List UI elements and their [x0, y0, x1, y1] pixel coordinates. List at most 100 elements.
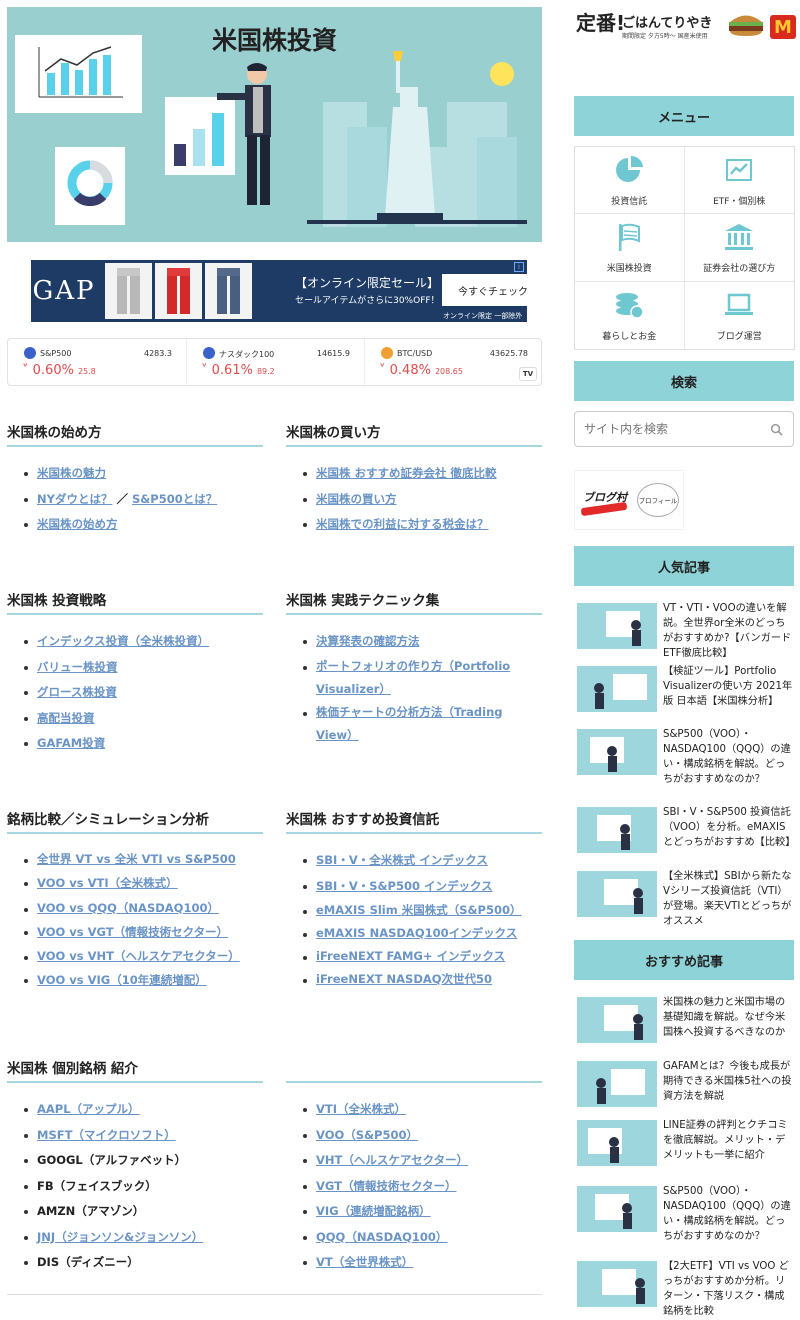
menu-item-brokerage[interactable]: 証券会社の選び方 — [684, 214, 794, 282]
article-thumbnail[interactable] — [577, 997, 657, 1043]
article-thumbnail[interactable] — [577, 871, 657, 917]
article-link[interactable]: iFreeNEXT FAMG+ インデックス — [316, 949, 505, 963]
hero-banner[interactable]: 米国株投資 — [7, 7, 542, 242]
article-link[interactable]: GAFAM投資 — [37, 736, 105, 750]
article-link[interactable]: VOO vs VHT（ヘルスケアセクター） — [37, 949, 240, 963]
article-link[interactable]: VT（全世界株式） — [316, 1255, 413, 1269]
article-link[interactable]: VGT（情報技術セクター） — [316, 1179, 457, 1193]
article-link[interactable]: VOO vs VTI（全米株式） — [37, 876, 178, 890]
article-link[interactable]: VHT（ヘルスケアセクター） — [316, 1153, 468, 1167]
divider — [7, 1294, 542, 1295]
article-title[interactable]: LINE証券の評判とクチコミを徹底解説。メリット・デメリットも一挙に紹介 — [663, 1118, 793, 1163]
article-title[interactable]: VT・VTI・VOOの違いを解説。全世界or全米のどっちがおすすめか?【バンガー… — [663, 601, 793, 661]
article-link[interactable]: 高配当投資 — [37, 711, 95, 725]
article-thumbnail[interactable] — [577, 603, 657, 649]
search-icon[interactable] — [770, 423, 783, 436]
list-item: VOO vs QQQ（NASDAQ100） — [21, 897, 263, 920]
ticker-widget[interactable]: S&P500 4283.3 ˅ 0.60% 25.8 ナスダック100 14615… — [7, 338, 542, 386]
section-heading: 米国株の始め方 — [7, 421, 263, 447]
article-thumbnail[interactable] — [577, 1120, 657, 1166]
menu-item-blog[interactable]: ブログ運営 — [685, 282, 795, 349]
article-link[interactable]: VTI（全米株式） — [316, 1102, 406, 1116]
ad-info-icon[interactable]: i — [514, 262, 524, 272]
article-title[interactable]: 【検証ツール】Portfolio Visualizerの使い方 2021年版 日… — [663, 664, 793, 709]
list-item: JNJ（ジョンソン&ジョンソン） — [21, 1225, 263, 1251]
article-link[interactable]: iFreeNEXT NASDAQ次世代50 — [316, 972, 492, 986]
list-text: AMZN（アマゾン） — [37, 1204, 145, 1218]
article-title[interactable]: 米国株の魅力と米国市場の基礎知識を解説。なぜ今米国株へ投資するべきなのか — [663, 995, 793, 1040]
list-item: iFreeNEXT FAMG+ インデックス — [300, 945, 542, 968]
article-link[interactable]: S&P500とは？ — [132, 492, 217, 506]
menu-item-us-stock[interactable]: 米国株投資 — [575, 214, 685, 282]
ticker-item[interactable]: S&P500 4283.3 ˅ 0.60% 25.8 — [8, 339, 186, 385]
article-thumbnail[interactable] — [577, 807, 657, 853]
menu-item-money[interactable]: 暮らしとお金 — [575, 281, 685, 349]
list-item: FB（フェイスブック） — [21, 1174, 263, 1200]
list-item: QQQ（NASDAQ100） — [300, 1225, 542, 1251]
article-link[interactable]: VOO vs QQQ（NASDAQ100） — [37, 901, 219, 915]
article-thumbnail[interactable] — [577, 729, 657, 775]
article-title[interactable]: SBI・V・S&P500 投資信託（VOO）を分析。eMAXIS とどっちがおす… — [663, 805, 795, 850]
article-title[interactable]: S&P500（VOO）・NASDAQ100（QQQ）の違い・構成銘柄を解説。どっ… — [663, 1184, 793, 1244]
article-link[interactable]: VOO vs VGT（情報技術セクター） — [37, 925, 228, 939]
article-thumbnail[interactable] — [577, 1186, 657, 1232]
list-item: VIG（連続増配銘柄） — [300, 1199, 542, 1225]
link-section: 米国株 投資戦略インデックス投資（全米株投資） バリュー株投資 グロース株投資 高配当… — [7, 589, 263, 757]
article-link[interactable]: 米国株での利益に対する税金は？ — [316, 517, 489, 531]
article-link[interactable]: SBI・V・S&P500 インデックス — [316, 879, 493, 893]
search-input[interactable] — [575, 412, 755, 446]
article-link[interactable]: グロース株投資 — [37, 685, 117, 699]
recommended-heading: おすすめ記事 — [574, 940, 794, 980]
blogmura-text: ブログ村 — [583, 491, 627, 504]
article-link[interactable]: NYダウとは？ — [37, 492, 112, 506]
ticker-item[interactable]: ナスダック100 14615.9 ˅ 0.61% 89.2 — [186, 339, 364, 385]
ad-product-image — [105, 263, 152, 319]
blogmura-banner[interactable]: ブログ村 プロフィール — [574, 470, 684, 530]
article-link[interactable]: VIG（連続増配銘柄） — [316, 1204, 431, 1218]
article-link[interactable]: 米国株 おすすめ証券会社 徹底比較 — [316, 466, 497, 480]
profile-link[interactable]: プロフィール — [637, 483, 679, 517]
menu-item-etf[interactable]: ETF・個別株 — [684, 147, 794, 215]
mcdonalds-ad-banner[interactable]: 定番! ごはんてりやき 期間限定 夕方5時〜 国産米使用 M — [574, 5, 800, 41]
article-link[interactable]: VOO（S&P500） — [316, 1128, 418, 1142]
article-link[interactable]: 米国株の買い方 — [316, 492, 397, 506]
article-link[interactable]: QQQ（NASDAQ100） — [316, 1230, 447, 1244]
article-link[interactable]: 全世界 VT vs 全米 VTI vs S&P500 — [37, 852, 236, 866]
gap-logo: GAP — [32, 276, 96, 306]
article-link[interactable]: 米国株の魅力 — [37, 466, 106, 480]
article-link[interactable]: VOO vs VIG（10年連続増配） — [37, 973, 207, 987]
article-link[interactable]: インデックス投資（全米株投資） — [37, 634, 209, 648]
popular-heading: 人気記事 — [574, 546, 794, 586]
section-heading: 米国株 個別銘柄 紹介 — [7, 1057, 263, 1083]
menu-item-investment-trust[interactable]: 投資信託 — [575, 147, 685, 215]
article-thumbnail[interactable] — [577, 1061, 657, 1107]
coins-icon — [616, 292, 644, 319]
article-link[interactable]: 決算発表の確認方法 — [316, 634, 420, 648]
article-title[interactable]: S&P500（VOO）・NASDAQ100（QQQ）の違い・構成銘柄を解説。どっ… — [663, 727, 793, 787]
list-item: 米国株での利益に対する税金は？ — [300, 512, 542, 538]
article-link[interactable]: 株価チャートの分析方法（Trading View） — [316, 705, 503, 742]
article-title[interactable]: GAFAMとは？今後も成長が期待できる米国株5社への投資方法を解説 — [663, 1059, 793, 1104]
article-link[interactable]: eMAXIS Slim 米国株式（S&P500） — [316, 903, 521, 917]
article-link[interactable]: MSFT（マイクロソフト） — [37, 1128, 176, 1142]
article-link[interactable]: AAPL（アップル） — [37, 1102, 140, 1116]
ad-cta-button[interactable]: 今すぐチェック — [442, 274, 544, 306]
article-link[interactable]: SBI・V・全米株式 インデックス — [316, 853, 488, 867]
gap-ad-banner[interactable]: GAP 【オンライン限定セール】 セールアイテムがさらに30%OFF！ 今すぐチ… — [31, 260, 544, 330]
article-link[interactable]: ポートフォリオの作り方（Portfolio Visualizer） — [316, 659, 510, 696]
article-title[interactable]: 【全米株式】SBIから新たなVシリーズ投資信託（VTI）が登場。楽天VTIとどっ… — [663, 869, 793, 929]
article-link[interactable]: 米国株の始め方 — [37, 517, 118, 531]
article-link[interactable]: eMAXIS NASDAQ100インデックス — [316, 926, 517, 940]
ticker-price: 43625.78 — [489, 349, 528, 358]
article-thumbnail[interactable] — [577, 666, 657, 712]
list-item: バリュー株投資 — [21, 655, 263, 681]
section-heading: 米国株 投資戦略 — [7, 589, 263, 615]
list-item: SBI・V・全米株式 インデックス — [300, 848, 542, 874]
ad-note: オンライン限定 一部除外品あり — [443, 312, 523, 330]
tradingview-logo-icon[interactable]: TV — [519, 367, 537, 381]
article-link[interactable]: バリュー株投資 — [37, 660, 118, 674]
ticker-item[interactable]: BTC/USD 43625.78 ˅ 0.48% 208.65 — [364, 339, 542, 385]
article-title[interactable]: 【2大ETF】VTI vs VOO どっちがおすすめか分析。リターン・下落リスク… — [663, 1259, 793, 1319]
article-thumbnail[interactable] — [577, 1261, 657, 1307]
article-link[interactable]: JNJ（ジョンソン&ジョンソン） — [37, 1230, 203, 1244]
